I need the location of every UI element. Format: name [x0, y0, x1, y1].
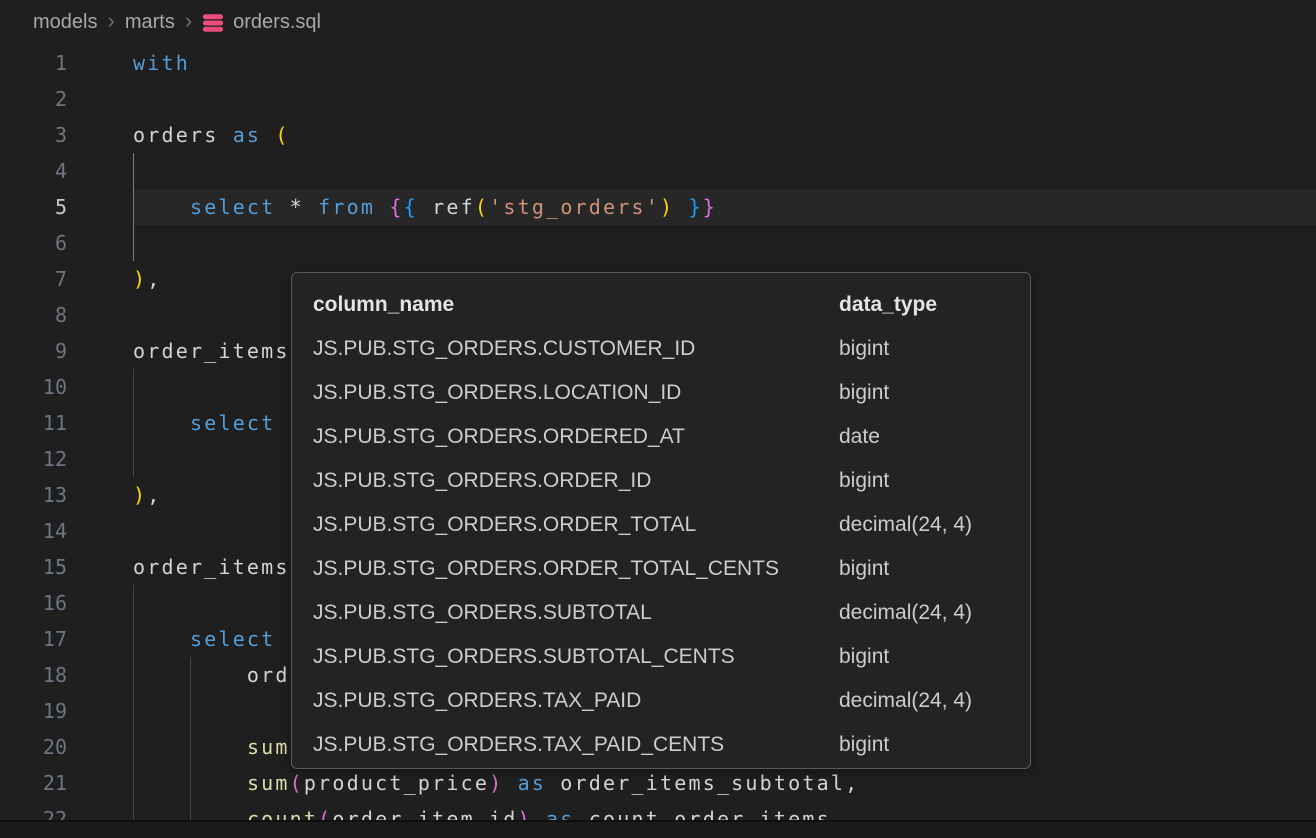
- code-line[interactable]: 5 select * from {{ ref('stg_orders') }}: [0, 189, 1316, 225]
- line-number[interactable]: 1: [0, 45, 67, 81]
- popup-cell-column-name: JS.PUB.STG_ORDERS.SUBTOTAL: [313, 601, 652, 624]
- code-line[interactable]: 2: [0, 81, 1316, 117]
- code-line-text: order_items: [133, 333, 290, 369]
- popup-cell-data-type: bigint: [839, 371, 889, 415]
- indent-guide: [133, 441, 134, 477]
- popup-cell-column-name: JS.PUB.STG_ORDERS.ORDER_ID: [313, 469, 651, 492]
- popup-cell-column-name: JS.PUB.STG_ORDERS.ORDER_TOTAL_CENTS: [313, 557, 779, 580]
- code-line-text: ),: [133, 477, 162, 513]
- indent-guide: [133, 153, 134, 189]
- popup-cell-data-type: decimal(24, 4): [839, 591, 972, 635]
- code-line-text: select * from {{ ref('stg_orders') }}: [133, 189, 717, 225]
- popup-column-row: JS.PUB.STG_ORDERS.ORDERED_AT date: [292, 415, 1030, 459]
- popup-column-row: JS.PUB.STG_ORDERS.ORDER_TOTAL_CENTS bigin…: [292, 547, 1030, 591]
- code-editor[interactable]: 1 with 23 orders as ( 45 select * from {{ re…: [0, 45, 1316, 820]
- indent-guide: [133, 585, 134, 621]
- indent-guide: [133, 225, 134, 261]
- line-number[interactable]: 16: [0, 585, 67, 621]
- popup-header-row: column_name data_type: [292, 283, 1030, 327]
- code-line-text: select: [133, 405, 275, 441]
- popup-cell-column-name: JS.PUB.STG_ORDERS.CUSTOMER_ID: [313, 337, 695, 360]
- popup-column-row: JS.PUB.STG_ORDERS.TAX_PAID decimal(24, 4): [292, 679, 1030, 723]
- indent-guide: [133, 369, 134, 405]
- line-number[interactable]: 7: [0, 261, 67, 297]
- breadcrumb-item-marts[interactable]: marts: [125, 11, 175, 34]
- code-line-text: ord: [133, 657, 290, 693]
- popup-cell-data-type: bigint: [839, 547, 889, 591]
- line-number[interactable]: 17: [0, 621, 67, 657]
- code-line[interactable]: 3 orders as (: [0, 117, 1316, 153]
- indent-guide: [190, 693, 191, 729]
- popup-cell-data-type: bigint: [839, 635, 889, 679]
- popup-cell-column-name: JS.PUB.STG_ORDERS.TAX_PAID_CENTS: [313, 733, 724, 756]
- code-line-text: orders as (: [133, 117, 290, 153]
- popup-cell-data-type: decimal(24, 4): [839, 503, 972, 547]
- line-number[interactable]: 4: [0, 153, 67, 189]
- line-number[interactable]: 9: [0, 333, 67, 369]
- code-line[interactable]: 22 count(order_item_id) as count_order_i…: [0, 801, 1316, 820]
- popup-cell-column-name: JS.PUB.STG_ORDERS.TAX_PAID: [313, 689, 641, 712]
- code-line-text: ),: [133, 261, 162, 297]
- popup-column-row: JS.PUB.STG_ORDERS.TAX_PAID_CENTS bigint: [292, 723, 1030, 767]
- indent-guide: [133, 693, 134, 729]
- database-icon: [202, 12, 224, 34]
- line-number[interactable]: 12: [0, 441, 67, 477]
- popup-cell-data-type: decimal(24, 4): [839, 679, 972, 723]
- popup-column-row: JS.PUB.STG_ORDERS.CUSTOMER_ID bigint: [292, 327, 1030, 371]
- popup-column-row: JS.PUB.STG_ORDERS.LOCATION_ID bigint: [292, 371, 1030, 415]
- popup-column-row: JS.PUB.STG_ORDERS.ORDER_ID bigint: [292, 459, 1030, 503]
- line-number[interactable]: 15: [0, 549, 67, 585]
- code-line[interactable]: 6: [0, 225, 1316, 261]
- popup-cell-column-name: JS.PUB.STG_ORDERS.LOCATION_ID: [313, 381, 681, 404]
- popup-cell-column-name: JS.PUB.STG_ORDERS.SUBTOTAL_CENTS: [313, 645, 735, 668]
- popup-cell-data-type: bigint: [839, 723, 889, 767]
- line-number[interactable]: 22: [0, 801, 67, 820]
- code-line-text: count(order_item_id) as count_order_item…: [133, 801, 831, 820]
- line-number[interactable]: 20: [0, 729, 67, 765]
- popup-column-row: JS.PUB.STG_ORDERS.SUBTOTAL_CENTS bigint: [292, 635, 1030, 679]
- line-number[interactable]: 19: [0, 693, 67, 729]
- code-line[interactable]: 21 sum(product_price) as order_items_sub…: [0, 765, 1316, 801]
- popup-cell-column-name: JS.PUB.STG_ORDERS.ORDERED_AT: [313, 425, 685, 448]
- line-number[interactable]: 14: [0, 513, 67, 549]
- line-number[interactable]: 18: [0, 657, 67, 693]
- code-line-text: with: [133, 45, 190, 81]
- line-number[interactable]: 6: [0, 225, 67, 261]
- code-line[interactable]: 4: [0, 153, 1316, 189]
- chevron-right-icon: ›: [184, 10, 193, 35]
- popup-column-row: JS.PUB.STG_ORDERS.ORDER_TOTAL decimal(24,…: [292, 503, 1030, 547]
- popup-header-data-type: data_type: [839, 283, 937, 327]
- bottom-panel-divider: [0, 820, 1316, 838]
- line-number[interactable]: 21: [0, 765, 67, 801]
- line-number[interactable]: 10: [0, 369, 67, 405]
- line-number[interactable]: 5: [0, 189, 67, 225]
- breadcrumb-item-models[interactable]: models: [33, 11, 97, 34]
- popup-cell-data-type: bigint: [839, 327, 889, 371]
- line-number[interactable]: 11: [0, 405, 67, 441]
- line-number[interactable]: 8: [0, 297, 67, 333]
- popup-cell-data-type: date: [839, 415, 880, 459]
- breadcrumb: models › marts › orders.sql: [0, 0, 1316, 45]
- line-number[interactable]: 3: [0, 117, 67, 153]
- popup-cell-column-name: JS.PUB.STG_ORDERS.ORDER_TOTAL: [313, 513, 696, 536]
- popup-column-row: JS.PUB.STG_ORDERS.SUBTOTAL decimal(24, 4): [292, 591, 1030, 635]
- breadcrumb-item-file[interactable]: orders.sql: [233, 11, 321, 34]
- code-line-text: select: [133, 621, 275, 657]
- popup-cell-data-type: bigint: [839, 459, 889, 503]
- code-line[interactable]: 1 with: [0, 45, 1316, 81]
- line-number[interactable]: 2: [0, 81, 67, 117]
- chevron-right-icon: ›: [106, 10, 115, 35]
- code-line-text: order_items: [133, 549, 290, 585]
- column-info-hover-popup: column_namedata_typeJS.PUB.STG_ORDERS.CU…: [291, 272, 1031, 769]
- code-line-text: sum(product_price) as order_items_subtot…: [133, 765, 859, 801]
- line-number[interactable]: 13: [0, 477, 67, 513]
- popup-header-column-name: column_name: [313, 293, 454, 316]
